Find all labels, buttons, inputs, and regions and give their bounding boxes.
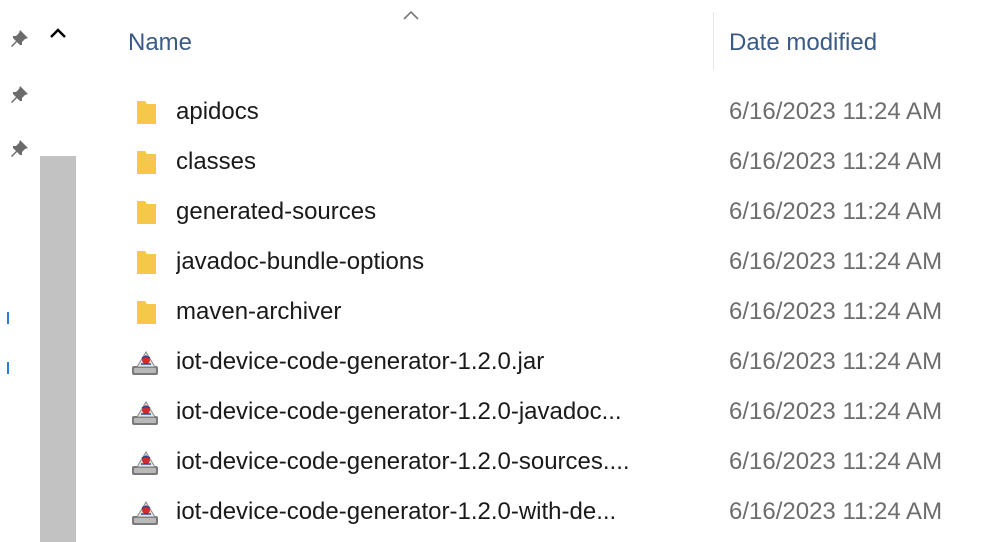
file-row[interactable]: iot-device-code-generator-1.2.0-javadoc.… bbox=[120, 388, 984, 436]
java-jar-icon bbox=[128, 346, 162, 378]
file-date-modified: 6/16/2023 11:24 AM bbox=[729, 198, 943, 225]
file-date-modified: 6/16/2023 11:24 AM bbox=[729, 248, 943, 275]
folder-icon bbox=[128, 146, 162, 178]
file-date-modified: 6/16/2023 11:24 AM bbox=[729, 98, 943, 125]
file-row[interactable]: iot-device-code-generator-1.2.0-sources.… bbox=[120, 438, 984, 486]
chevron-up-icon bbox=[50, 28, 66, 38]
column-divider[interactable] bbox=[713, 12, 714, 70]
nav-item-marker bbox=[7, 362, 9, 374]
file-name: apidocs bbox=[176, 98, 259, 125]
pin-icon[interactable] bbox=[9, 138, 31, 160]
folder-icon bbox=[128, 96, 162, 128]
folder-row[interactable]: generated-sources 6/16/2023 11:24 AM bbox=[120, 188, 984, 236]
file-date-modified: 6/16/2023 11:24 AM bbox=[729, 298, 943, 325]
folder-icon bbox=[128, 296, 162, 328]
java-jar-icon bbox=[128, 496, 162, 528]
pin-icon[interactable] bbox=[9, 28, 31, 50]
file-name: generated-sources bbox=[176, 198, 377, 225]
file-name: maven-archiver bbox=[176, 298, 342, 325]
file-date-modified: 6/16/2023 11:24 AM bbox=[729, 448, 943, 475]
file-name: iot-device-code-generator-1.2.0-javadoc.… bbox=[176, 398, 622, 425]
file-date-modified: 6/16/2023 11:24 AM bbox=[729, 498, 943, 525]
file-name: iot-device-code-generator-1.2.0-with-de.… bbox=[176, 498, 617, 525]
folder-row[interactable]: maven-archiver 6/16/2023 11:24 AM bbox=[120, 288, 984, 336]
folder-icon bbox=[128, 246, 162, 278]
file-name: classes bbox=[176, 148, 257, 175]
file-date-modified: 6/16/2023 11:24 AM bbox=[729, 398, 943, 425]
file-name: iot-device-code-generator-1.2.0.jar bbox=[176, 348, 545, 375]
nav-item-marker bbox=[7, 312, 9, 324]
scroll-up-button[interactable] bbox=[40, 18, 76, 48]
java-jar-icon bbox=[128, 446, 162, 478]
folder-row[interactable]: classes 6/16/2023 11:24 AM bbox=[120, 138, 984, 186]
folder-row[interactable]: apidocs 6/16/2023 11:24 AM bbox=[120, 88, 984, 136]
folder-row[interactable]: javadoc-bundle-options 6/16/2023 11:24 A… bbox=[120, 238, 984, 286]
file-name: iot-device-code-generator-1.2.0-sources.… bbox=[176, 448, 630, 475]
sort-ascending-icon bbox=[400, 8, 422, 22]
file-name: javadoc-bundle-options bbox=[176, 248, 425, 275]
column-header-name[interactable]: Name bbox=[128, 26, 192, 60]
file-explorer-view: Name Date modified apidocs 6/16/2023 11:… bbox=[0, 0, 984, 542]
file-date-modified: 6/16/2023 11:24 AM bbox=[729, 348, 943, 375]
scrollbar-thumb[interactable] bbox=[40, 156, 76, 542]
pin-icon[interactable] bbox=[9, 84, 31, 106]
column-header-date-modified[interactable]: Date modified bbox=[729, 26, 877, 60]
file-date-modified: 6/16/2023 11:24 AM bbox=[729, 148, 943, 175]
file-row[interactable]: iot-device-code-generator-1.2.0-with-de.… bbox=[120, 488, 984, 536]
java-jar-icon bbox=[128, 396, 162, 428]
file-row[interactable]: iot-device-code-generator-1.2.0.jar 6/16… bbox=[120, 338, 984, 386]
folder-icon bbox=[128, 196, 162, 228]
